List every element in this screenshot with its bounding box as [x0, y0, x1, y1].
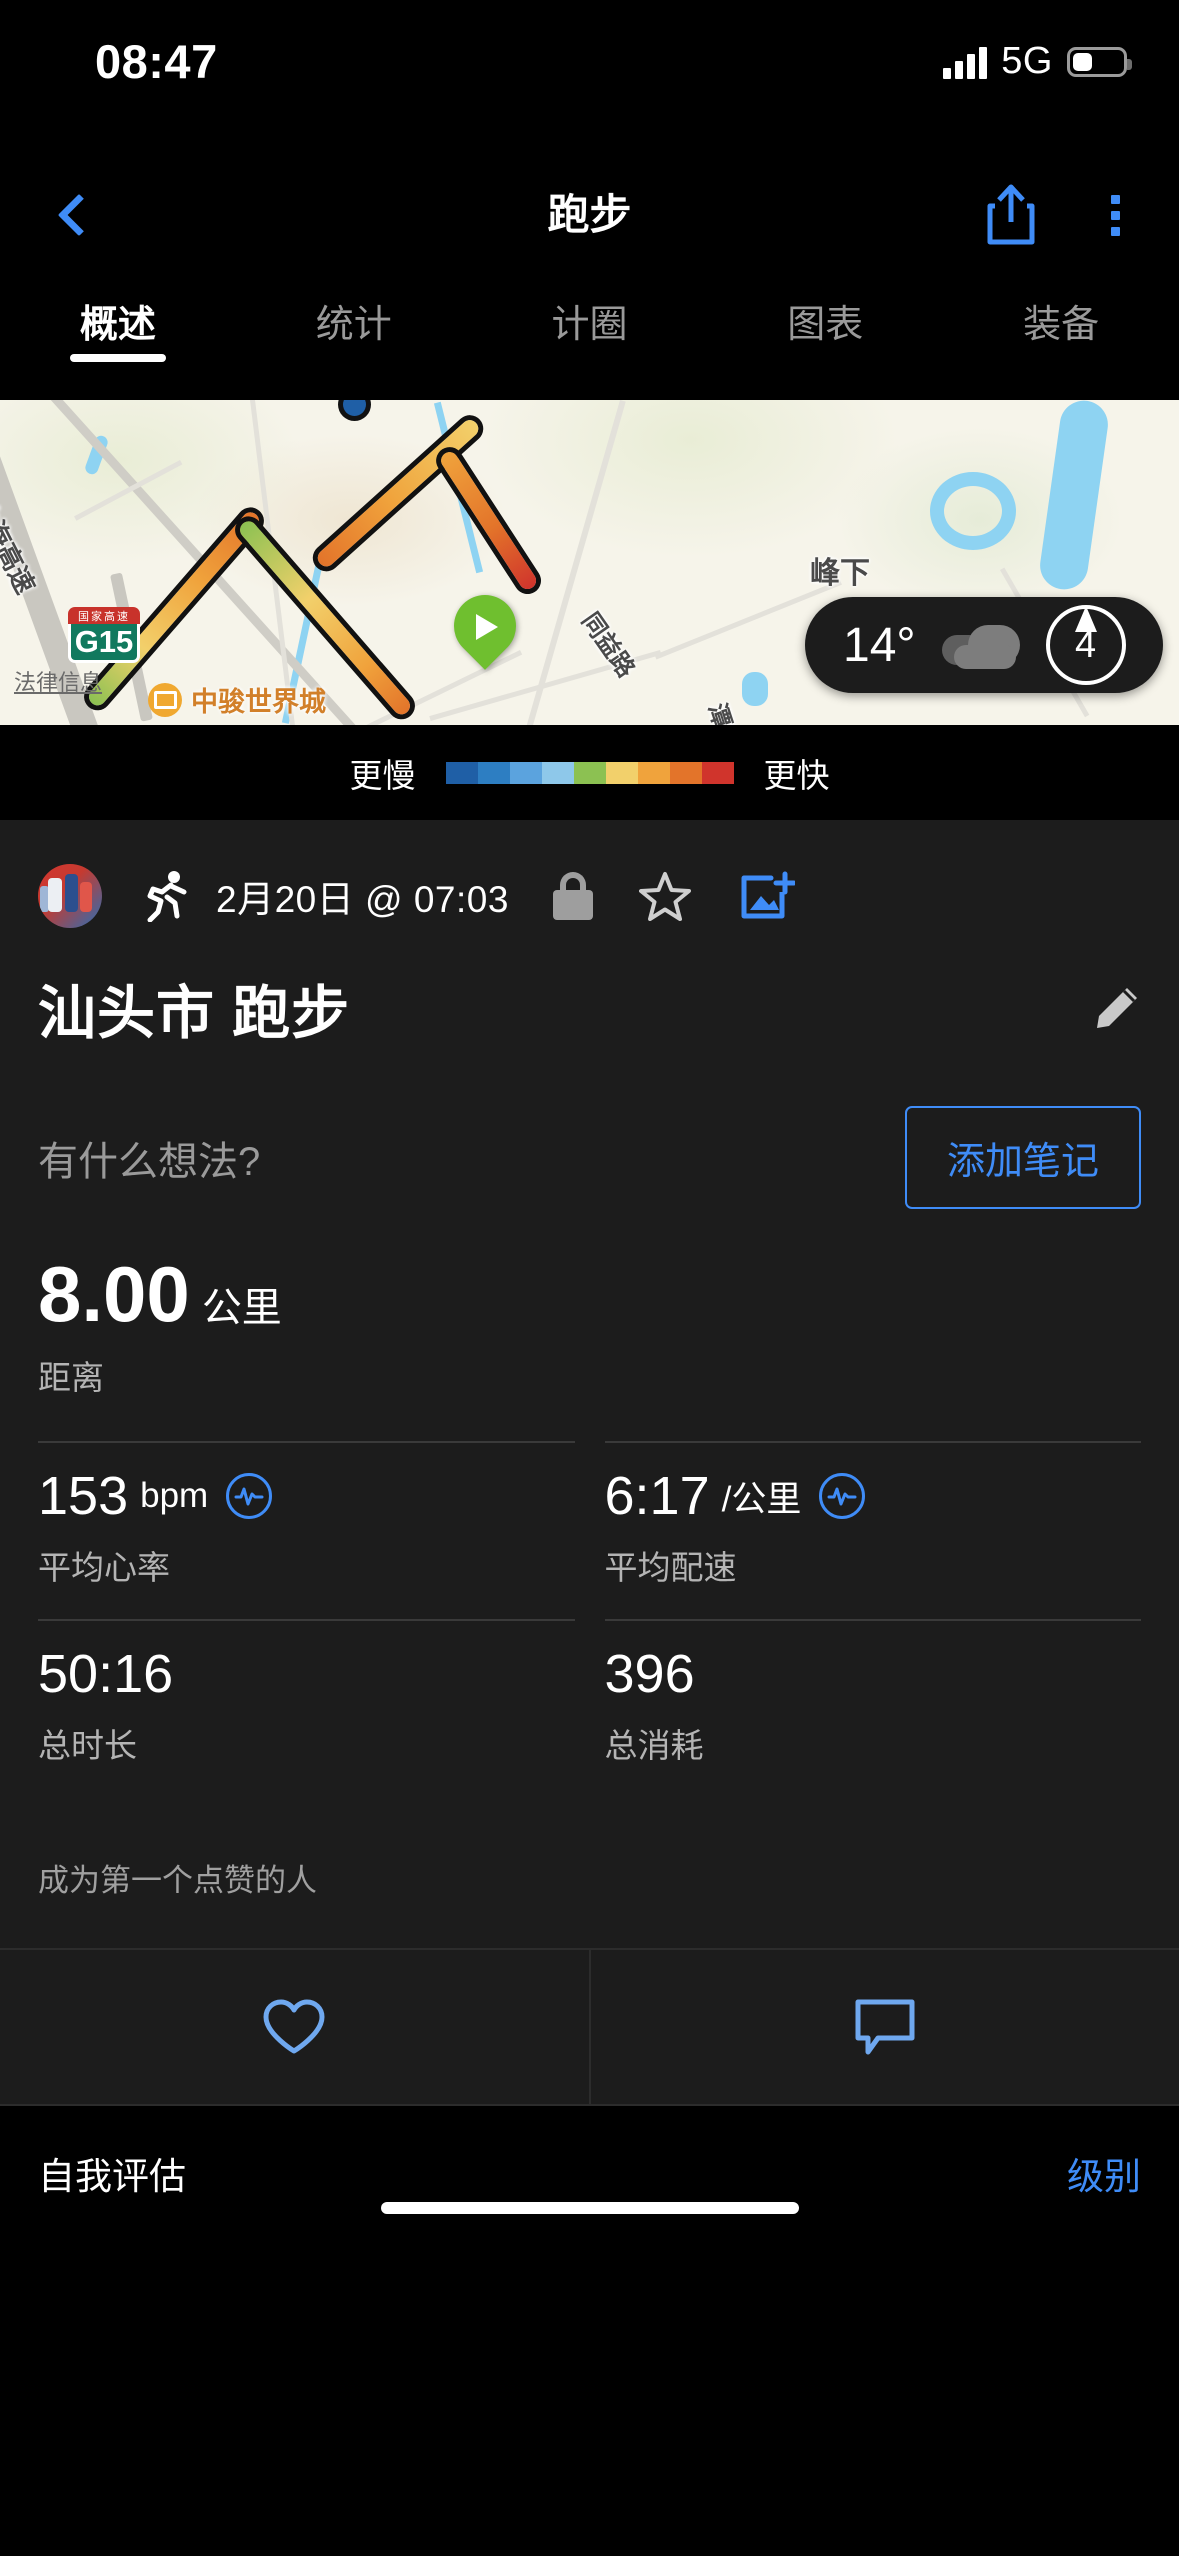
social-action-bar: [0, 1948, 1179, 2106]
legend-swatch-3: [541, 761, 574, 784]
legend-slower-label: 更慢: [349, 756, 416, 794]
map-lake: [930, 472, 1016, 550]
share-icon: [987, 184, 1035, 245]
activity-title: 汕头市 跑步: [38, 981, 351, 1046]
activity-datetime: 2月20日 @ 07:03: [216, 879, 509, 920]
like-button[interactable]: [0, 1950, 589, 2104]
distance-value: 8.00: [38, 1250, 190, 1338]
pencil-icon[interactable]: [1093, 984, 1141, 1032]
calories-label: 总消耗: [604, 1727, 704, 1764]
running-icon: [144, 870, 190, 923]
footer-bar: 自我评估 级别: [0, 2106, 1179, 2236]
note-placeholder[interactable]: 有什么想法?: [38, 1129, 260, 1187]
speed-legend: 更慢 更快: [0, 725, 1179, 820]
heart-rate-graph-icon: [226, 1473, 273, 1519]
status-bar-time: 08:47: [95, 35, 218, 88]
map-poi-label: 中骏世界城: [191, 687, 326, 717]
pace-graph-icon: [819, 1473, 866, 1519]
duration-label: 总时长: [38, 1727, 137, 1764]
nav-bar: 跑步: [0, 155, 1179, 275]
tab-charts[interactable]: 图表: [707, 275, 943, 348]
avg-pace-unit: /公里: [721, 1479, 802, 1519]
tab-gear[interactable]: 装备: [943, 275, 1179, 348]
legend-swatch-7: [669, 761, 702, 784]
tab-laps[interactable]: 计圈: [472, 275, 708, 348]
activity-title-row: 汕头市 跑步: [0, 928, 1179, 1050]
add-note-button[interactable]: 添加笔记: [904, 1106, 1141, 1209]
share-button[interactable]: [971, 170, 1051, 260]
shield-top-label: 国家高速: [68, 607, 140, 624]
avatar[interactable]: [38, 864, 102, 928]
status-bar: 08:47 5G: [0, 0, 1179, 155]
legend-swatch-6: [637, 761, 670, 784]
start-play-pin-icon[interactable]: [441, 582, 529, 670]
distance-unit: 公里: [201, 1286, 282, 1330]
legend-gradient-bar: [445, 761, 734, 784]
legend-swatch-8: [701, 761, 734, 784]
avg-pace-label: 平均配速: [604, 1549, 737, 1586]
legend-swatch-4: [573, 761, 606, 784]
stat-cell-avg-hr[interactable]: 153 bpm 平均心率: [38, 1441, 575, 1619]
heart-outline-icon: [263, 1999, 325, 2054]
note-row: 有什么想法? 添加笔记: [0, 1050, 1179, 1209]
kebab-menu-icon: [1110, 194, 1120, 236]
weather-temperature: 14°: [843, 618, 916, 672]
cloudy-icon: [941, 621, 1020, 669]
add-photo-icon[interactable]: [741, 870, 797, 922]
tab-overview[interactable]: 概述: [0, 275, 236, 348]
more-options-button[interactable]: [1075, 170, 1155, 260]
battery-icon: [1067, 46, 1132, 77]
stat-cell-calories[interactable]: 396 总消耗: [604, 1619, 1141, 1797]
avg-hr-label: 平均心率: [38, 1549, 170, 1586]
level-label[interactable]: 级别: [1067, 2146, 1141, 2200]
nav-actions: [971, 155, 1155, 275]
home-indicator[interactable]: [380, 2202, 799, 2214]
kudos-text: 成为第一个点赞的人: [38, 1863, 317, 1898]
avg-pace-value: 6:17: [604, 1466, 710, 1526]
map-legal-link[interactable]: 法律信息: [14, 665, 102, 697]
map-poi-zhongjun[interactable]: 中骏世界城: [148, 680, 326, 719]
avg-hr-unit: bpm: [140, 1476, 209, 1515]
self-assessment-label[interactable]: 自我评估: [38, 2146, 186, 2200]
tab-stats[interactable]: 统计: [236, 275, 472, 348]
legend-swatch-0: [445, 761, 478, 784]
shopping-bag-icon: [148, 682, 182, 717]
activity-map[interactable]: 沈海高速 峰下 同益路 潭路 国家高速 G15 中骏世界城 法律信息 14° 4: [0, 400, 1179, 725]
activity-details: 2月20日 @ 07:03 汕头市 跑步 有什么想法? 添加笔记 8.00 公里…: [0, 820, 1179, 2106]
stat-cell-duration[interactable]: 50:16 总时长: [38, 1619, 575, 1797]
map-pond-2: [742, 672, 768, 706]
status-bar-indicators: 5G: [943, 40, 1132, 83]
comment-button[interactable]: [588, 1950, 1179, 2104]
wind-direction-icon: 4: [1045, 605, 1126, 685]
activity-meta-row: 2月20日 @ 07:03: [0, 820, 1179, 928]
shield-number: G15: [68, 624, 140, 663]
legend-swatch-2: [509, 761, 542, 784]
avg-hr-value: 153: [38, 1466, 129, 1526]
distance-label: 距离: [38, 1359, 104, 1396]
lock-icon[interactable]: [552, 872, 593, 920]
duration-value: 50:16: [38, 1644, 174, 1704]
network-type-label: 5G: [1001, 40, 1053, 82]
legend-swatch-5: [605, 761, 638, 784]
map-label-fengxia: 峰下: [810, 557, 870, 590]
stat-grid: 153 bpm 平均心率 6:17 /公里 平均配速 50:16 总时长 396…: [0, 1441, 1179, 1797]
primary-stat-distance: 8.00 公里 距离: [0, 1209, 1179, 1399]
star-outline-icon[interactable]: [638, 871, 691, 921]
comment-bubble-icon: [855, 1999, 915, 2055]
signal-bars-icon: [943, 45, 988, 79]
legend-swatch-1: [477, 761, 510, 784]
stat-cell-avg-pace[interactable]: 6:17 /公里 平均配速: [604, 1441, 1141, 1619]
weather-badge: 14° 4: [805, 597, 1163, 693]
tab-bar: 概述 统计 计圈 图表 装备: [0, 275, 1179, 400]
calories-value: 396: [604, 1644, 695, 1704]
legend-faster-label: 更快: [763, 756, 830, 794]
